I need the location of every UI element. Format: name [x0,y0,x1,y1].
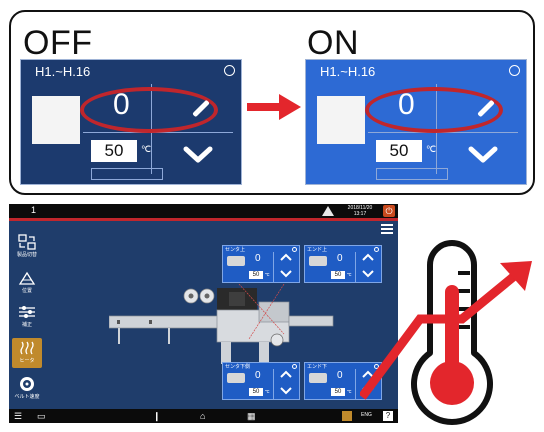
sidebar-item-correction[interactable]: 補正 [12,302,42,332]
panel-title: H1.~H.16 [320,64,376,79]
temperature-bar [376,168,448,180]
setpoint-field[interactable]: 50 [331,271,345,279]
datetime: 2018/11/20 13:17 [347,205,373,217]
unit-label: ℃ [265,389,270,394]
warning-icon[interactable] [322,206,334,216]
setpoint-field[interactable]: 50 [91,140,137,162]
panel-title: H1.~H.16 [35,64,91,79]
chevron-down-icon[interactable] [280,270,292,278]
status-circle-icon [224,65,235,76]
current-temperature: 0 [337,370,343,381]
unit-label: ℃ [426,144,437,154]
heater-image [309,373,327,383]
current-temperature: 0 [337,253,343,264]
thermometer-rising-icon [360,240,532,425]
correction-icon [19,306,35,318]
heater-panel-on: H1.~H.16 0 50 ℃ [305,59,527,185]
heater-image [309,256,327,266]
status-circle-icon [292,364,297,369]
sidebar-item-label: 位置 [21,288,32,294]
heater-title: センタ上 [225,247,246,253]
monitor-icon[interactable]: ▭ [37,411,46,421]
off-label: OFF [23,24,93,62]
home-icon[interactable]: ⌂ [200,411,205,421]
power-button[interactable]: ⏻ [383,205,395,217]
heater-title: センタ下側 [225,364,251,370]
heater-image [227,373,245,383]
sidebar-item-heater[interactable]: ヒータ [12,338,42,368]
chevron-down-icon[interactable] [280,387,292,395]
heater-card-center-upper: センタ上 0 50 ℃ [222,245,300,283]
heater-panel-off: H1.~H.16 0 50 ℃ [20,59,242,185]
setpoint-field[interactable]: 50 [331,388,345,396]
status-circle-icon [509,65,520,76]
unit-label: ℃ [347,272,352,277]
heater-title: エンド上 [307,247,328,253]
top-status-bar: 1 2018/11/20 13:17 ⏻ [9,204,398,218]
temperature-bar [91,168,163,180]
tool-icon[interactable]: ❙ [153,411,161,421]
heater-icon [20,341,34,355]
bottom-toolbar: ☰ ▭ ❙ ⌂ ▦ ENG ? [9,409,398,423]
chevron-up-icon[interactable] [280,253,292,261]
hmi-screen: 1 2018/11/20 13:17 ⏻ 製品切替 位置 補正 ヒータ ベルト速… [9,204,398,423]
sidebar-item-label: 補正 [21,322,32,328]
sidebar-item-label: ヒータ [19,358,35,364]
alarm-icon[interactable] [342,411,352,421]
sidebar-item-position[interactable]: 位置 [12,268,42,298]
grid-icon[interactable]: ▦ [247,411,256,421]
position-icon [18,271,36,285]
on-label: ON [307,24,359,62]
sidebar-item-product-switch[interactable]: 製品切替 [12,232,42,262]
right-arrow-icon [247,94,301,120]
chevron-up-icon[interactable] [280,370,292,378]
screen-number: 1 [31,205,37,215]
setpoint-field[interactable]: 50 [376,140,422,162]
heater-image [227,256,245,266]
unit-label: ℃ [347,389,352,394]
chevron-down-icon[interactable] [468,146,498,164]
list-icon[interactable]: ☰ [14,411,22,421]
heater-card-center-lower: センタ下側 0 50 ℃ [222,362,300,400]
current-temperature: 0 [255,253,261,264]
sidebar-item-label: 製品切替 [16,252,37,258]
status-circle-icon [292,247,297,252]
machine-illustration [109,284,334,364]
speed-icon [20,377,34,391]
unit-label: ℃ [141,144,152,154]
setpoint-field[interactable]: 50 [249,388,263,396]
heater-image [317,96,365,144]
unit-label: ℃ [265,272,270,277]
heater-image [32,96,80,144]
setpoint-field[interactable]: 50 [249,271,263,279]
heater-title: エンド下 [307,364,328,370]
chevron-down-icon[interactable] [183,146,213,164]
sidebar-item-speed[interactable]: ベルト速度 [12,374,42,404]
product-switch-icon [18,234,36,250]
off-on-comparison-card: OFF ON H1.~H.16 0 50 ℃ H1.~H.16 0 50 ℃ [9,10,535,195]
sidebar-item-label: ベルト速度 [14,394,40,400]
current-temperature: 0 [255,370,261,381]
